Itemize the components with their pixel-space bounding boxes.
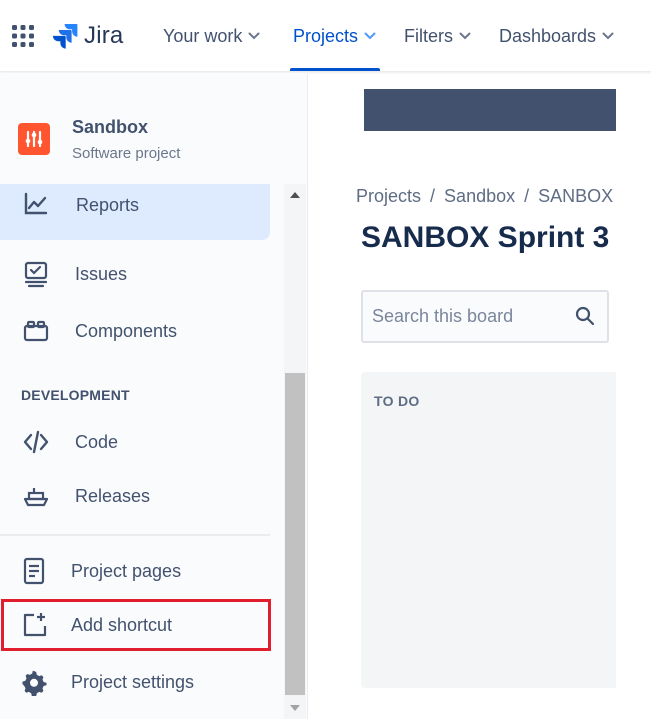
breadcrumb: Projects / Sandbox / SANBOX (356, 186, 616, 207)
active-nav-indicator (290, 68, 380, 71)
breadcrumb-separator: / (524, 186, 530, 206)
project-name: Sandbox (72, 117, 149, 137)
board-column-todo[interactable]: TO DO (361, 372, 616, 688)
chevron-down-icon (459, 32, 471, 40)
sidebar-item-reports[interactable]: Reports (0, 184, 270, 240)
scroll-up-arrow-icon[interactable] (284, 184, 306, 206)
board-search (361, 290, 609, 343)
scroll-down-arrow-icon[interactable] (284, 697, 306, 719)
chevron-down-icon (248, 32, 260, 40)
project-sidebar: Sandbox Software project Reports Issues … (0, 73, 308, 719)
search-input[interactable] (372, 306, 567, 327)
jira-logo-icon (52, 24, 78, 49)
reports-icon (22, 190, 50, 218)
top-navigation: Jira Your work Projects Filters Dashboar… (0, 0, 651, 72)
chevron-down-icon (602, 32, 614, 40)
sidebar-divider (0, 534, 270, 536)
logo-text: Jira (84, 22, 124, 49)
sidebar-item-project-settings[interactable]: Project settings (0, 656, 270, 708)
nav-dashboards-label: Dashboards (499, 25, 597, 46)
sidebar-item-label: Project settings (71, 671, 195, 692)
scrollbar-thumb[interactable] (285, 373, 305, 695)
jira-logo[interactable]: Jira (52, 22, 123, 50)
issues-icon (22, 260, 50, 288)
sidebar-item-label: Releases (75, 485, 151, 506)
project-avatar-icon (25, 130, 43, 148)
breadcrumb-projects[interactable]: Projects (356, 186, 421, 206)
gear-icon (20, 668, 48, 696)
page-banner (364, 89, 616, 131)
sidebar-item-releases[interactable]: Releases (0, 470, 270, 522)
sidebar-item-components[interactable]: Components (0, 305, 270, 357)
nav-projects-label: Projects (293, 25, 359, 46)
sidebar-item-label: Components (75, 320, 178, 341)
releases-icon (22, 482, 50, 510)
nav-your-work-label: Your work (163, 25, 243, 46)
page-title: SANBOX Sprint 3 (361, 221, 610, 254)
components-icon (22, 317, 50, 345)
development-section-heading: DEVELOPMENT (21, 387, 130, 403)
nav-projects[interactable]: Projects (293, 0, 376, 72)
sidebar-item-issues[interactable]: Issues (0, 248, 270, 300)
breadcrumb-separator: / (430, 186, 436, 206)
project-avatar (18, 123, 50, 155)
project-type: Software project (72, 145, 181, 162)
sidebar-item-label: Issues (75, 263, 128, 284)
sidebar-item-label: Reports (76, 195, 140, 215)
sidebar-scrollbar[interactable] (284, 184, 306, 719)
column-title: TO DO (374, 393, 420, 409)
sidebar-item-add-shortcut[interactable]: Add shortcut (0, 599, 270, 651)
add-shortcut-icon (20, 611, 48, 639)
breadcrumb-sprint[interactable]: SANBOX (538, 186, 613, 206)
project-header[interactable]: Sandbox Software project (0, 73, 286, 183)
sidebar-item-project-pages[interactable]: Project pages (0, 545, 270, 597)
chevron-down-icon (364, 32, 376, 40)
search-icon[interactable] (575, 306, 595, 331)
sidebar-item-code[interactable]: Code (0, 416, 270, 468)
app-switcher-icon[interactable] (11, 24, 35, 48)
nav-your-work[interactable]: Your work (163, 0, 260, 72)
sidebar-item-label: Code (75, 431, 119, 452)
page-icon (20, 557, 48, 585)
sidebar-item-label: Add shortcut (71, 614, 173, 635)
breadcrumb-sandbox[interactable]: Sandbox (444, 186, 515, 206)
nav-filters[interactable]: Filters (404, 0, 471, 72)
nav-dashboards[interactable]: Dashboards (499, 0, 614, 72)
nav-filters-label: Filters (404, 25, 453, 46)
sidebar-item-label: Project pages (71, 560, 182, 581)
code-icon (22, 428, 50, 456)
